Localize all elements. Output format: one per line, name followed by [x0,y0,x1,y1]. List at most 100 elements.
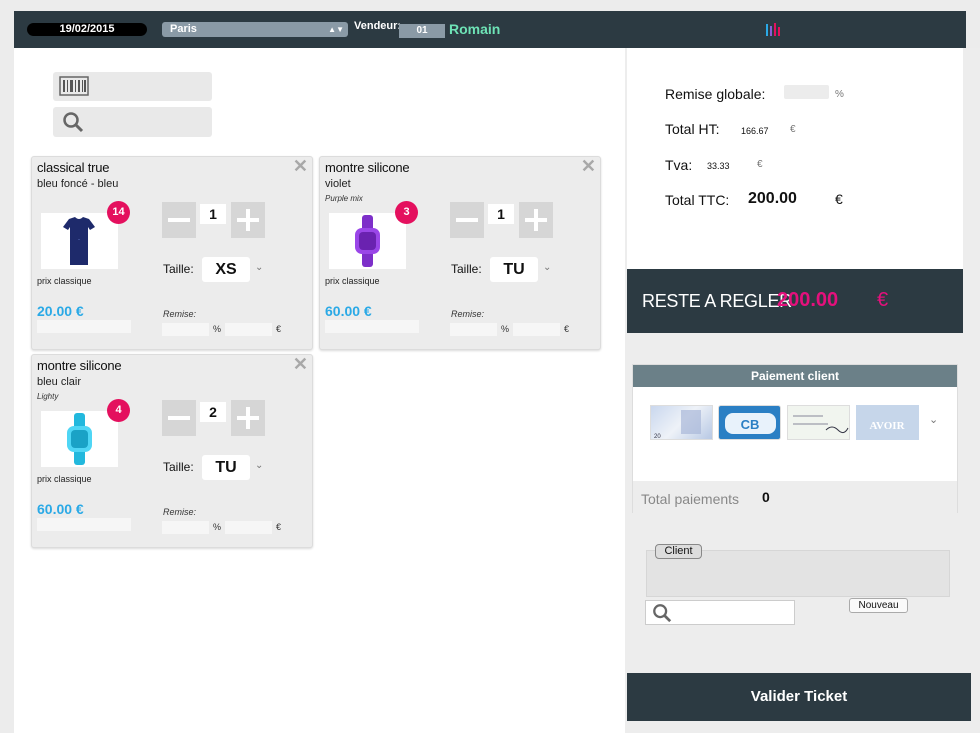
price-type: prix classique [37,276,92,286]
item-variant: Lighty [37,392,59,401]
new-client-button[interactable]: Nouveau [849,598,908,613]
city-select[interactable]: Paris ▲▼ [162,22,348,37]
size-label: Taille: [451,262,482,276]
euro-sign: € [835,191,843,207]
vendeur-label: Vendeur: [354,20,402,32]
reste-label: RESTE A REGLER [642,291,792,311]
city-value: Paris [170,23,197,35]
minus-button[interactable] [450,202,484,238]
remise-label: Remise: [163,309,197,319]
cash-icon[interactable]: 20 [650,405,713,440]
close-icon[interactable]: ✕ [581,156,596,177]
percent-sign: % [213,522,222,532]
total-ht-value: 166.67 [741,126,769,136]
product-search-field[interactable] [53,107,212,137]
item-color: bleu foncé - bleu [37,178,119,190]
top-bar: 19/02/2015 Paris ▲▼ Vendeur: 01 Romain [14,11,966,48]
search-icon [653,604,672,623]
remise-unit: % [835,89,844,100]
client-search-input[interactable] [645,600,795,625]
remise-percent-field[interactable] [162,323,209,336]
price-field[interactable] [325,320,419,333]
tva-value: 33.33 [707,161,730,171]
barcode-icon [59,76,89,96]
avoir-label: AVOIR [869,420,905,432]
total-paiements-value: 0 [762,489,770,505]
payment-total-row: Total paiements 0 [633,481,957,513]
item-name: montre silicone [37,358,122,373]
chevron-down-icon[interactable]: ⌄ [255,262,263,273]
close-icon[interactable]: ✕ [293,354,308,375]
vendeur-name: Romain [449,21,501,37]
percent-sign: % [501,324,510,334]
cheque-icon[interactable] [787,405,850,440]
plus-button[interactable] [231,202,265,238]
item-name: montre silicone [325,160,410,175]
svg-text:20: 20 [654,434,661,440]
item-price: 60.00 € [325,303,372,319]
item-variant: Purple mix [325,194,363,203]
validate-ticket-button[interactable]: Valider Ticket [627,673,971,721]
plus-button[interactable] [519,202,553,238]
remise-percent-field[interactable] [450,323,497,336]
remise-percent-field[interactable] [162,521,209,534]
client-button[interactable]: Client [655,544,702,559]
chevron-down-icon[interactable]: ⌄ [255,460,263,471]
remise-euro-field[interactable] [513,323,560,336]
total-ttc-value: 200.00 [748,190,797,207]
vendeur-id-field[interactable]: 01 [399,24,445,38]
payment-box: Paiement client 20 CB AVOIR ⌄ Total paie… [632,364,958,513]
size-label: Taille: [163,262,194,276]
size-select[interactable]: TU [202,455,250,480]
remise-globale-field[interactable] [784,85,829,99]
cart-item-card: ✕ montre silicone bleu clair Lighty 4 pr… [31,354,313,548]
item-name: classical true [37,160,110,175]
item-price: 20.00 € [37,303,84,319]
avoir-icon[interactable]: AVOIR [856,405,919,440]
euro-sign: € [790,124,796,135]
total-ht-label: Total HT: [665,121,720,137]
chevron-down-icon[interactable]: ⌄ [929,413,938,426]
remise-label: Remise: [163,507,197,517]
remise-euro-field[interactable] [225,521,272,534]
minus-button[interactable] [162,202,196,238]
search-icon [63,112,84,133]
minus-button[interactable] [162,400,196,436]
chevron-down-icon[interactable]: ⌄ [543,262,551,273]
quantity-value[interactable]: 1 [200,204,226,224]
barcode-scan-field[interactable] [53,72,212,101]
item-color: violet [325,178,351,190]
percent-sign: % [213,324,222,334]
card-icon[interactable]: CB [718,405,781,440]
tva-label: Tva: [665,157,693,173]
date-display[interactable]: 19/02/2015 [27,23,147,36]
reste-euro: € [877,289,889,311]
payment-header: Paiement client [633,365,957,387]
price-type: prix classique [325,276,380,286]
item-price: 60.00 € [37,501,84,517]
watch-cyan-image [41,411,118,467]
watch-purple-image [329,213,406,269]
price-field[interactable] [37,320,131,333]
close-icon[interactable]: ✕ [293,156,308,177]
plus-button[interactable] [231,400,265,436]
select-arrows-icon: ▲▼ [328,25,344,34]
price-field[interactable] [37,518,131,531]
tshirt-image: ~ [41,213,118,269]
total-ttc-label: Total TTC: [665,192,730,208]
item-color: bleu clair [37,376,82,388]
quantity-value[interactable]: 1 [488,204,514,224]
quantity-value[interactable]: 2 [200,402,226,422]
stock-badge: 14 [107,201,130,224]
reste-amount: 200.00 [777,289,839,311]
euro-sign: € [564,324,570,334]
euro-sign: € [276,324,282,334]
size-label: Taille: [163,460,194,474]
card-label: CB [741,417,760,432]
stock-badge: 4 [107,399,130,422]
size-select[interactable]: TU [490,257,538,282]
remise-euro-field[interactable] [225,323,272,336]
reste-a-regler-bar: RESTE A REGLER 200.00 € [627,269,963,333]
cart-item-card: ✕ montre silicone violet Purple mix 3 pr… [319,156,601,350]
size-select[interactable]: XS [202,257,250,282]
